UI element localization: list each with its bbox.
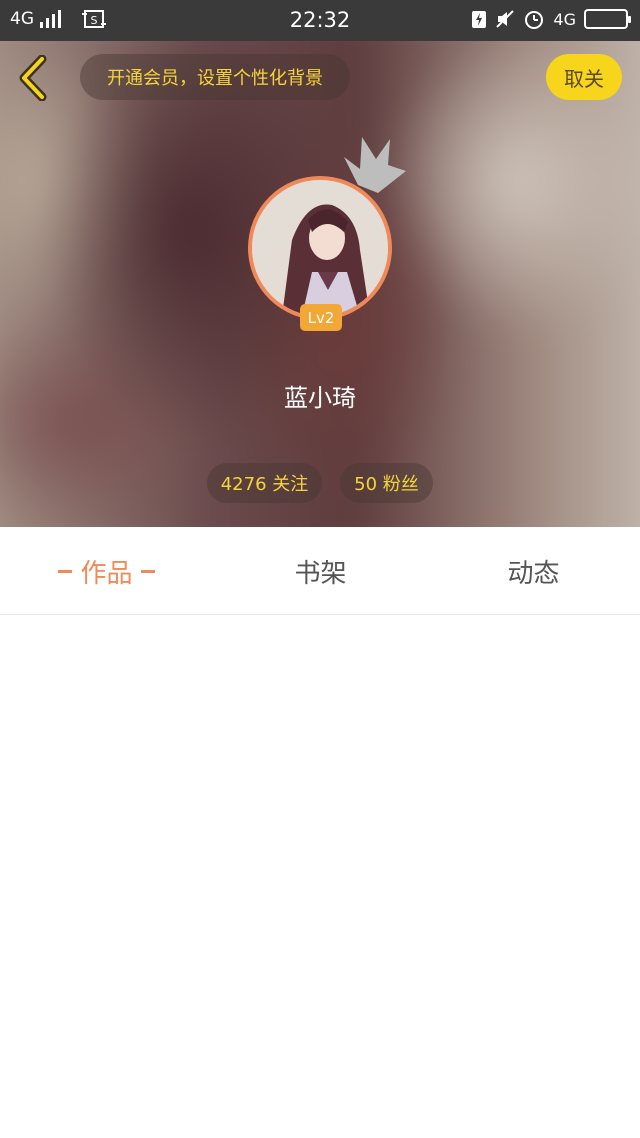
battery-icon: [584, 9, 631, 29]
vip-prompt-label: 开通会员，设置个性化背景: [107, 68, 323, 89]
following-count-button[interactable]: 4276 关注: [207, 463, 322, 503]
mute-icon: [496, 10, 515, 28]
tab-works[interactable]: 作品: [20, 527, 193, 615]
status-bar-right: 4G: [471, 8, 631, 30]
charging-icon: [472, 11, 487, 28]
following-count: 4276 关注: [220, 474, 309, 495]
alarm-icon: [525, 11, 544, 29]
tab-works-label: 作品: [80, 558, 133, 589]
back-button[interactable]: [14, 55, 54, 101]
unfollow-button[interactable]: 取关: [546, 54, 622, 100]
user-nickname: 蓝小琦: [284, 384, 356, 412]
active-indicator-right: [140, 569, 155, 573]
status-bar: 4G S 22:32 4G: [0, 0, 640, 41]
level-badge: Lv2: [300, 304, 342, 331]
active-indicator-left: [58, 569, 73, 573]
fans-count-button[interactable]: 50 粉丝: [340, 463, 433, 503]
tab-bookshelf[interactable]: 书架: [234, 527, 407, 615]
network-type-right: 4G: [553, 9, 576, 29]
avatar-image: [252, 180, 388, 316]
fans-count: 50 粉丝: [354, 474, 419, 495]
vip-background-prompt[interactable]: 开通会员，设置个性化背景: [80, 54, 350, 100]
tab-feed[interactable]: 动态: [447, 527, 620, 615]
tab-bookshelf-label: 书架: [294, 558, 347, 589]
tab-content-area: [0, 616, 640, 1138]
tab-feed-label: 动态: [507, 558, 560, 589]
profile-tabs: 作品 书架 动态: [0, 527, 640, 615]
profile-header: 开通会员，设置个性化背景 取关 Lv2 蓝小琦 4276 关注 50 粉丝: [0, 41, 640, 527]
avatar[interactable]: [248, 176, 392, 320]
unfollow-label: 取关: [564, 66, 604, 91]
